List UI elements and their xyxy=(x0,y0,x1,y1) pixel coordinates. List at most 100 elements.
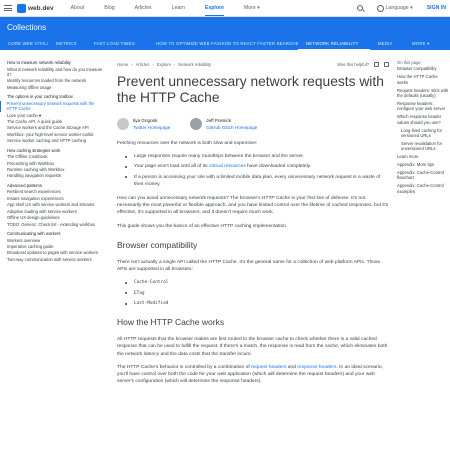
toc-item[interactable]: How the HTTP Cache works xyxy=(397,74,449,85)
sidebar-group: Advanced patterns Resilient search exper… xyxy=(0,183,104,227)
sidebar-item[interactable]: Adaptive loading with service workers xyxy=(0,209,104,214)
author-name: Jeff Posnick xyxy=(206,118,231,123)
tab-core-web-vitals[interactable]: CORE WEB VITALS xyxy=(0,40,48,50)
list-item: Your page won't load until all of its cr… xyxy=(117,163,389,170)
sidebar-item[interactable]: Precaching with Workbox xyxy=(0,161,104,166)
cost-list: Large responses require many roundtrips … xyxy=(117,153,389,188)
toc-subitem[interactable]: Server revalidation for unversioned URLs xyxy=(397,141,449,152)
tab-metrics[interactable]: METRICS xyxy=(48,40,86,50)
tab-fast-load-times[interactable]: FAST LOAD TIMES xyxy=(86,40,148,50)
sidebar-item[interactable]: Resilient search experiences xyxy=(0,189,104,194)
breadcrumb: Home › Articles › Explore › Network reliabi… xyxy=(117,60,389,68)
sidebar-item[interactable]: Handling navigation requests xyxy=(0,173,104,178)
request-headers-link[interactable]: request headers xyxy=(251,365,286,370)
nav-articles[interactable]: Articles xyxy=(135,5,152,11)
thumbs-down-icon[interactable] xyxy=(384,61,389,67)
toc-item[interactable]: Response headers: configure your web ser… xyxy=(397,101,449,112)
sidebar-item[interactable]: Runtime caching with Workbox xyxy=(0,167,104,172)
sidebar-item[interactable]: Workbox: your high-level service worker … xyxy=(0,132,104,137)
menu-icon[interactable] xyxy=(4,5,12,11)
paragraph: There isn't actually a single API called… xyxy=(117,259,381,273)
collections-tabs: CORE WEB VITALS METRICS FAST LOAD TIMES … xyxy=(0,40,450,50)
breadcrumb-separator: › xyxy=(131,61,133,67)
tab-optimize[interactable]: HOW TO OPTIMIZE WEB FASHION TO REACT FAS… xyxy=(148,40,298,50)
paragraph: The HTTP Cache's behavior is controlled … xyxy=(117,364,389,386)
paragraph: This guide shows you the basics of an ef… xyxy=(117,223,288,229)
paragraph: All HTTP requests that the browser makes… xyxy=(117,337,388,357)
sidebar-item[interactable]: TODO: Generic: Check list - extending wo… xyxy=(0,222,104,227)
sidebar-heading: How to measure network reliability xyxy=(7,60,71,65)
response-headers-link[interactable]: response headers xyxy=(297,365,336,370)
breadcrumb-network-reliability[interactable]: Network reliability xyxy=(178,62,211,67)
sidebar-item-active[interactable]: Prevent unnecessary network requests wit… xyxy=(0,100,104,112)
sidebar-item[interactable]: Broadcast updates to pages with service … xyxy=(0,250,104,255)
thumbs-up-icon[interactable] xyxy=(374,61,379,67)
sidebar-item[interactable]: Identify resources loaded from the netwo… xyxy=(0,78,104,83)
sidebar-heading: Communicating with workers xyxy=(7,230,61,236)
paragraph-text: The HTTP Cache's behavior is controlled … xyxy=(117,364,252,370)
toc-subitem[interactable]: Long-lived caching for versioned URLs xyxy=(397,128,449,139)
list-item-code: Cache-Control xyxy=(117,279,389,286)
list-item-text: Your page won't load until all of its xyxy=(134,164,209,170)
author-name: Ilya Grigorik xyxy=(133,118,158,123)
sidebar-item[interactable]: Imperative caching guide xyxy=(0,244,104,249)
sidebar-item[interactable]: Workers overview xyxy=(0,238,104,243)
toc-item[interactable]: Appendix: Cache-Control examples xyxy=(397,183,449,194)
search-icon[interactable] xyxy=(356,5,363,11)
nav-more[interactable]: More ▾ xyxy=(244,5,260,11)
sign-in-button[interactable]: SIGN IN xyxy=(427,5,446,11)
sidebar-item[interactable]: The Cache API: A quick guide xyxy=(0,119,104,124)
language-selector[interactable]: Language ▾ xyxy=(386,5,413,11)
toc-item[interactable]: Appendix: Cache-Control flowchart xyxy=(397,170,449,181)
sidebar-item[interactable]: Offline UX design guidelines xyxy=(0,215,104,220)
sidebar-item[interactable]: Measuring offline usage xyxy=(0,85,104,90)
toc-item[interactable]: Browser compatibility xyxy=(397,66,449,71)
sidebar-item[interactable]: Two-way communication with service worke… xyxy=(0,257,104,262)
toc-item[interactable]: Which response header values should you … xyxy=(397,114,449,125)
toc-heading: On this page xyxy=(397,60,421,65)
chevron-down-icon: ▾ xyxy=(257,5,260,11)
sidebar-item[interactable]: Service worker caching and HTTP caching xyxy=(0,138,104,143)
sidebar-group: Communicating with workers Workers overv… xyxy=(0,231,104,262)
sidebar-item[interactable]: What is network reliability and how do y… xyxy=(0,67,104,78)
header-list: Cache-Control ETag Last-Modified xyxy=(117,279,389,307)
sidebar-item[interactable]: Love your cache ♥ xyxy=(0,113,104,118)
sidebar-heading: How caching strategies work xyxy=(7,147,61,153)
sidebar-item[interactable]: App shell UX with service workers and st… xyxy=(0,202,104,207)
nav-about[interactable]: About xyxy=(71,5,85,11)
nav-blog[interactable]: Blog xyxy=(104,5,114,11)
left-sidebar: How to measure network reliability What … xyxy=(0,60,104,266)
collections-title: Collections xyxy=(7,23,47,32)
globe-icon xyxy=(376,4,384,12)
list-item-text: have downloaded completely. xyxy=(245,164,312,170)
tab-media[interactable]: MEDIA xyxy=(370,40,404,50)
author-links[interactable]: Twitter Homepage xyxy=(133,125,170,130)
page-title: Prevent unnecessary network requests wit… xyxy=(117,74,384,105)
nav-explore[interactable]: Explore xyxy=(204,0,224,16)
sidebar-item[interactable]: The Offline Cookbook xyxy=(0,154,104,159)
list-item-code: ETag xyxy=(117,290,389,297)
sidebar-item[interactable]: Instant navigation experiences xyxy=(0,196,104,201)
paragraph: How can you avoid unnecessary network re… xyxy=(117,196,389,216)
top-bar: web.dev About Blog Articles Learn Explor… xyxy=(0,0,450,17)
tab-more[interactable]: MORE ▾ xyxy=(404,40,444,50)
sidebar-item[interactable]: Service workers and the Cache Storage AP… xyxy=(0,125,104,130)
helpful-label: Was this helpful? xyxy=(337,61,369,67)
logo-text: web.dev xyxy=(28,4,54,12)
breadcrumb-articles[interactable]: Articles xyxy=(136,62,150,67)
toc-item[interactable]: Request headers: stick with the defaults… xyxy=(397,88,449,99)
critical-resources-link[interactable]: critical resources xyxy=(209,164,246,169)
tab-network-reliability[interactable]: NETWORK RELIABILITY xyxy=(298,40,370,50)
author-links[interactable]: GitHub Glitch Homepage xyxy=(206,125,257,130)
table-of-contents: On this page Browser compatibility How t… xyxy=(397,60,449,197)
list-item: If a person is accessing your site with … xyxy=(117,174,389,188)
nav-more-label: More xyxy=(243,5,256,11)
web-dev-logo-icon xyxy=(17,3,26,13)
breadcrumb-explore[interactable]: Explore xyxy=(157,62,171,67)
toc-item[interactable]: Learn more xyxy=(397,154,449,159)
toc-item[interactable]: Appendix: More tips xyxy=(397,162,449,167)
language-label: Language xyxy=(385,5,409,11)
breadcrumb-home[interactable]: Home xyxy=(117,62,128,67)
logo[interactable]: web.dev xyxy=(17,3,54,13)
nav-learn[interactable]: Learn xyxy=(172,5,185,11)
